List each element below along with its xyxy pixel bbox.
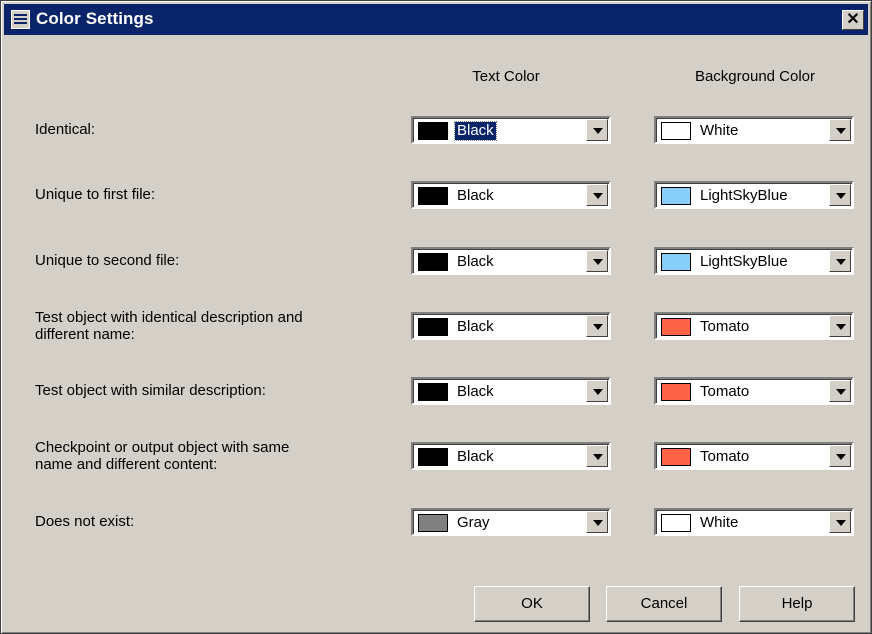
background-color-header: Background Color xyxy=(694,68,816,85)
chevron-down-icon[interactable] xyxy=(586,250,608,272)
color-name: Tomato xyxy=(700,383,750,400)
ok-button[interactable]: OK xyxy=(474,586,590,622)
row-label: Test object with similar description: xyxy=(35,382,266,399)
color-name: White xyxy=(700,122,739,139)
background-color-dropdown[interactable]: Tomato xyxy=(654,312,854,340)
color-swatch xyxy=(418,514,448,532)
background-color-dropdown[interactable]: LightSkyBlue xyxy=(654,247,854,275)
color-swatch xyxy=(661,514,691,532)
chevron-down-icon[interactable] xyxy=(829,380,851,402)
window-settings-icon xyxy=(11,10,30,29)
title-bar[interactable]: Color Settings ✕ xyxy=(4,4,868,35)
text-color-dropdown[interactable]: Black xyxy=(411,312,611,340)
text-color-dropdown[interactable]: Black xyxy=(411,442,611,470)
chevron-down-icon[interactable] xyxy=(829,315,851,337)
color-name: Black xyxy=(457,187,494,204)
color-name: Black xyxy=(457,318,494,335)
close-button[interactable]: ✕ xyxy=(842,10,864,30)
chevron-down-icon[interactable] xyxy=(586,184,608,206)
row-label: Unique to second file: xyxy=(35,252,180,269)
background-color-dropdown[interactable]: White xyxy=(654,116,854,144)
color-name: Black xyxy=(457,448,494,465)
color-name: Black xyxy=(457,383,494,400)
color-swatch xyxy=(661,187,691,205)
chevron-down-icon[interactable] xyxy=(586,119,608,141)
row-label: Does not exist: xyxy=(35,513,135,530)
color-settings-dialog: Color Settings ✕ Text Color Background C… xyxy=(0,0,872,634)
chevron-down-icon[interactable] xyxy=(829,184,851,206)
color-name: Tomato xyxy=(700,448,750,465)
background-color-dropdown[interactable]: Tomato xyxy=(654,442,854,470)
chevron-down-icon[interactable] xyxy=(829,511,851,533)
color-swatch xyxy=(418,187,448,205)
text-color-dropdown[interactable]: Gray xyxy=(411,508,611,536)
color-swatch xyxy=(661,122,691,140)
color-swatch xyxy=(661,448,691,466)
background-color-dropdown[interactable]: Tomato xyxy=(654,377,854,405)
color-name: Black xyxy=(454,121,497,141)
help-button[interactable]: Help xyxy=(739,586,855,622)
color-swatch xyxy=(418,448,448,466)
color-swatch xyxy=(661,253,691,271)
color-swatch xyxy=(418,253,448,271)
chevron-down-icon[interactable] xyxy=(829,445,851,467)
color-swatch xyxy=(661,318,691,336)
chevron-down-icon[interactable] xyxy=(829,119,851,141)
color-name: Tomato xyxy=(700,318,750,335)
color-swatch xyxy=(418,383,448,401)
color-swatch xyxy=(418,318,448,336)
text-color-dropdown[interactable]: Black xyxy=(411,377,611,405)
cancel-button[interactable]: Cancel xyxy=(606,586,722,622)
background-color-dropdown[interactable]: LightSkyBlue xyxy=(654,181,854,209)
background-color-dropdown[interactable]: White xyxy=(654,508,854,536)
row-label: Test object with identical description a… xyxy=(35,309,303,343)
text-color-dropdown[interactable]: Black xyxy=(411,116,611,144)
chevron-down-icon[interactable] xyxy=(586,315,608,337)
chevron-down-icon[interactable] xyxy=(586,511,608,533)
window-title: Color Settings xyxy=(36,9,154,28)
chevron-down-icon[interactable] xyxy=(829,250,851,272)
chevron-down-icon[interactable] xyxy=(586,445,608,467)
text-color-dropdown[interactable]: Black xyxy=(411,247,611,275)
row-label: Unique to first file: xyxy=(35,186,156,203)
color-swatch xyxy=(418,122,448,140)
color-name: LightSkyBlue xyxy=(700,253,788,270)
color-name: Black xyxy=(457,253,494,270)
color-name: Gray xyxy=(457,514,490,531)
text-color-header: Text Color xyxy=(472,68,540,85)
color-name: White xyxy=(700,514,739,531)
text-color-dropdown[interactable]: Black xyxy=(411,181,611,209)
row-label: Identical: xyxy=(35,121,96,138)
color-name: LightSkyBlue xyxy=(700,187,788,204)
color-swatch xyxy=(661,383,691,401)
chevron-down-icon[interactable] xyxy=(586,380,608,402)
row-label: Checkpoint or output object with same na… xyxy=(35,439,290,473)
